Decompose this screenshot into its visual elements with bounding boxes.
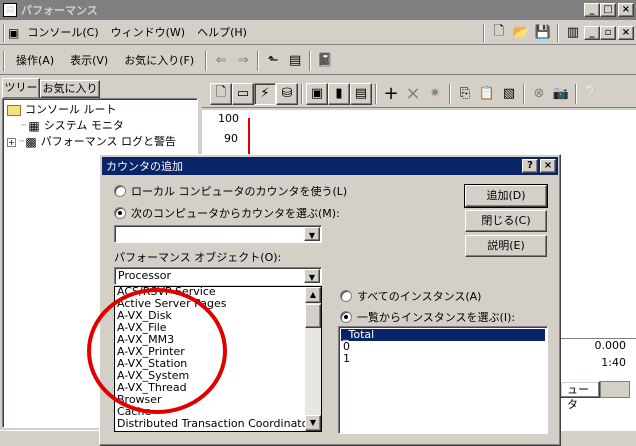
system-monitor-icon: ▦	[28, 119, 40, 133]
readout-last: 0.000	[560, 338, 636, 353]
y-tick-label: 100	[218, 112, 239, 125]
scroll-up-arrow-icon[interactable]: ▲	[305, 287, 321, 303]
red-ellipse	[87, 288, 227, 414]
radio-button[interactable]	[114, 185, 126, 197]
y-tick-label: 90	[224, 132, 238, 145]
dialog-close-button[interactable]: ×	[540, 159, 556, 173]
dialog-title: カウンタの追加	[106, 160, 183, 173]
radio-all-instances[interactable]: すべてのインスタンス(A)	[340, 290, 481, 304]
actionbar: 操作(A) 表示(V) お気に入り(F) ⇐ ⇒ ⬑ ▤ 📓	[0, 47, 636, 75]
close-button[interactable]: ×	[618, 3, 634, 17]
mdi-minimize-button[interactable]: _	[584, 25, 600, 40]
readout-duration: 1:40	[601, 356, 626, 369]
help-book-icon[interactable]: 📓	[314, 50, 336, 72]
show-tree-icon[interactable]: ▤	[284, 50, 306, 72]
computer-combobox[interactable]: ▼	[114, 225, 322, 243]
help-icon[interactable]: ❔	[580, 83, 602, 105]
properties-icon[interactable]: ▥	[562, 22, 584, 44]
time-bar	[248, 118, 250, 158]
back-arrow-icon[interactable]: ⇐	[210, 50, 232, 72]
instance-item[interactable]: _Total	[341, 329, 545, 341]
update-data-icon[interactable]: 📷	[550, 83, 572, 105]
close-button[interactable]: 閉じる(C)	[465, 210, 547, 232]
perf-logs-icon: ▩	[25, 135, 37, 149]
expand-plus-icon[interactable]: +	[7, 137, 16, 147]
perf-object-label: パフォーマンス オブジェクト(O):	[114, 251, 282, 264]
menu-favorites[interactable]: お気に入り(F)	[116, 52, 202, 70]
up-folder-icon[interactable]: ⬑	[262, 50, 284, 72]
open-folder-icon[interactable]: 📂	[510, 22, 532, 44]
menu-window[interactable]: ウィンドウ(W)	[105, 24, 191, 42]
menubar: ▣ コンソール(C) ウィンドウ(W) ヘルプ(H) 🗋 📂 💾 ▥ _ ▫ ×	[0, 21, 636, 45]
radio-list-instances[interactable]: 一覧からインスタンスを選ぶ(I):	[340, 311, 515, 325]
new-counter-set-icon[interactable]: 🗋	[210, 82, 232, 105]
radio-button[interactable]	[114, 207, 126, 219]
mdi-restore-button[interactable]: ▫	[600, 25, 616, 40]
menu-help[interactable]: ヘルプ(H)	[191, 24, 253, 42]
view-histogram-icon[interactable]: ▮	[328, 82, 350, 105]
annotation-circle	[87, 288, 227, 414]
left-tabs: ツリー お気に入り	[2, 78, 198, 98]
scroll-down-arrow-icon[interactable]: ▼	[305, 415, 321, 431]
tree-item-perf-logs[interactable]: + ┄ ▩ パフォーマンス ログと警告	[7, 135, 176, 149]
copy-properties-icon[interactable]: ⎘	[454, 83, 476, 105]
tree-item-system-monitor[interactable]: ┄ ▦ システム モニタ	[21, 119, 124, 133]
freeze-display-icon[interactable]: ⊗	[528, 83, 550, 105]
menu-action[interactable]: 操作(A)	[8, 52, 62, 70]
radio-button[interactable]	[340, 311, 352, 323]
dropdown-arrow-icon[interactable]: ▼	[304, 269, 320, 283]
dialog-titlebar[interactable]: カウンタの追加 ? ×	[102, 157, 558, 175]
menu-view[interactable]: 表示(V)	[62, 52, 116, 70]
instance-list[interactable]: _Total 0 1	[338, 326, 548, 434]
scroll-thumb[interactable]	[305, 304, 321, 328]
dropdown-arrow-icon[interactable]: ▼	[304, 227, 320, 241]
app-icon: ▤	[3, 3, 17, 17]
monitor-toolbar: 🗋 ▭ ⚡ ⛁ ▣ ▮ ▤ + × ✷ ⎘ 📋 ▧ ⊗ 📷 ❔	[202, 80, 636, 108]
instance-item[interactable]: 1	[341, 353, 545, 365]
add-counter-icon[interactable]: +	[380, 83, 402, 105]
radio-button[interactable]	[340, 290, 352, 302]
maximize-button[interactable]: □	[600, 3, 616, 17]
radio-select-computer[interactable]: 次のコンピュータからカウンタを選ぶ(M):	[114, 207, 340, 221]
view-current-activity-icon[interactable]: ⚡	[254, 82, 276, 105]
forward-arrow-icon[interactable]: ⇒	[232, 50, 254, 72]
highlight-icon[interactable]: ✷	[424, 83, 446, 105]
console-icon: ▣	[8, 25, 20, 40]
tab-tree[interactable]: ツリー	[2, 78, 40, 98]
window-title: パフォーマンス	[21, 4, 98, 17]
column-header-blank[interactable]	[600, 381, 630, 398]
view-log-data-icon[interactable]: ⛁	[276, 82, 298, 105]
minimize-button[interactable]: _	[584, 3, 600, 17]
folder-icon	[7, 104, 21, 116]
menu-console[interactable]: コンソール(C)	[21, 24, 104, 42]
mdi-close-button[interactable]: ×	[618, 25, 634, 40]
main-titlebar[interactable]: ▤ パフォーマンス _ □ ×	[0, 0, 636, 20]
new-file-icon[interactable]: 🗋	[488, 22, 510, 44]
tab-favorites[interactable]: お気に入り	[40, 80, 100, 98]
delete-counter-icon[interactable]: ×	[402, 83, 424, 105]
save-icon[interactable]: 💾	[532, 22, 554, 44]
view-report-icon[interactable]: ▤	[350, 82, 372, 105]
instance-item[interactable]: 0	[341, 341, 545, 353]
properties-icon[interactable]: ▧	[498, 83, 520, 105]
column-header-computer[interactable]: ュータ	[560, 381, 600, 411]
explain-button[interactable]: 説明(E)	[465, 235, 547, 257]
view-graph-icon[interactable]: ▣	[306, 82, 328, 105]
dialog-help-button[interactable]: ?	[522, 159, 538, 173]
tree-item-console-root[interactable]: コンソール ルート	[7, 103, 117, 117]
radio-local-computer[interactable]: ローカル コンピュータのカウンタを使う(L)	[114, 185, 347, 199]
paste-counter-list-icon[interactable]: 📋	[476, 83, 498, 105]
scrollbar[interactable]: ▲ ▼	[305, 287, 321, 431]
add-button[interactable]: 追加(D)	[464, 184, 548, 208]
clear-display-icon[interactable]: ▭	[232, 82, 254, 105]
